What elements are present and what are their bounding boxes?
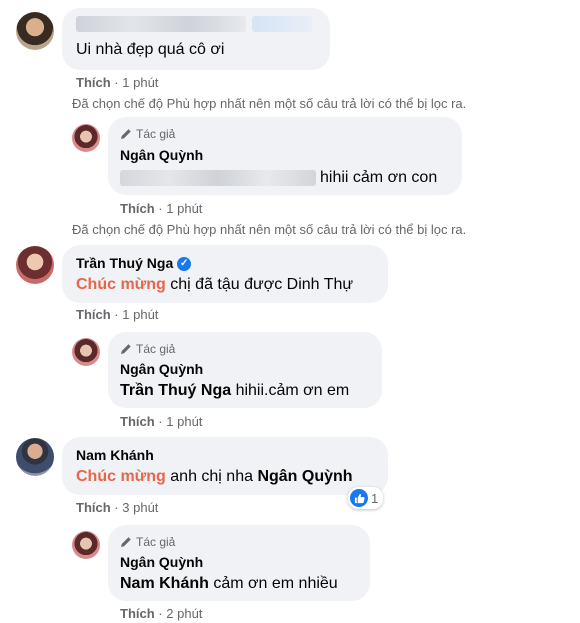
reply-bubble: Tác giả Ngân Quỳnh hihii cảm ơn con <box>108 117 462 195</box>
reply-meta: Thích · 2 phút <box>120 606 202 621</box>
author-avatar[interactable] <box>72 531 100 559</box>
like-link[interactable]: Thích <box>76 75 111 90</box>
separator: · <box>114 500 119 515</box>
mention-link[interactable]: Trần Thuý Nga <box>120 382 231 399</box>
timestamp[interactable]: 3 phút <box>122 500 158 515</box>
verified-badge-icon: ✓ <box>177 257 192 272</box>
author-tag: Tác giả <box>120 127 175 141</box>
reply-body: cảm ơn em nhiều <box>213 575 338 592</box>
blurred-name <box>76 16 246 32</box>
comment-bubble: Ui nhà đẹp quá cô ơi <box>62 8 330 70</box>
commenter-avatar[interactable] <box>16 246 54 284</box>
timestamp[interactable]: 2 phút <box>166 606 202 621</box>
timestamp[interactable]: 1 phút <box>166 201 202 216</box>
comment-body: chị đã tậu được Dinh Thự <box>170 276 354 293</box>
author-avatar[interactable] <box>72 124 100 152</box>
highlight-text: Chúc mừng <box>76 468 166 485</box>
separator: · <box>158 606 163 621</box>
blurred-mention <box>120 170 316 186</box>
reply-body: hihii.cảm ơn em <box>235 382 350 399</box>
timestamp[interactable]: 1 phút <box>122 307 158 322</box>
author-tag: Tác giả <box>120 342 175 356</box>
reply-bubble: Tác giả Ngân Quỳnh Trần Thuý Nga hihii.c… <box>108 332 382 408</box>
reply-meta: Thích · 1 phút <box>120 201 202 216</box>
reply-bubble: Tác giả Ngân Quỳnh Nam Khánh cảm ơn em n… <box>108 525 370 601</box>
reply-text: hihii cảm ơn con <box>320 169 438 186</box>
comment-text: Chúc mừng chị đã tậu được Dinh Thự <box>76 276 353 294</box>
reply-text: Trần Thuý Nga hihii.cảm ơn em <box>120 382 349 400</box>
like-icon <box>350 489 368 507</box>
reaction-summary[interactable]: 1 <box>348 487 384 509</box>
author-name[interactable]: Ngân Quỳnh <box>120 147 203 163</box>
comment-meta: Thích · 1 phút <box>76 307 158 322</box>
like-link[interactable]: Thích <box>76 500 111 515</box>
commenter-name[interactable]: Trần Thuý Nga ✓ <box>76 255 192 272</box>
author-avatar[interactable] <box>72 338 100 366</box>
separator: · <box>158 201 163 216</box>
like-link[interactable]: Thích <box>76 307 111 322</box>
like-link[interactable]: Thích <box>120 606 155 621</box>
comment-body: anh chị nha <box>170 468 253 485</box>
reply-text: Nam Khánh cảm ơn em nhiều <box>120 575 338 593</box>
highlight-text: Chúc mừng <box>76 276 166 293</box>
like-link[interactable]: Thích <box>120 201 155 216</box>
comment-text: Chúc mừng anh chị nha Ngân Quỳnh <box>76 468 353 486</box>
timestamp[interactable]: 1 phút <box>166 414 202 429</box>
filter-notice: Đã chọn chế độ Phù hợp nhất nên một số c… <box>72 222 467 237</box>
like-link[interactable]: Thích <box>120 414 155 429</box>
separator: · <box>114 75 119 90</box>
blurred-name-tail <box>252 16 312 32</box>
comment-text: Ui nhà đẹp quá cô ơi <box>76 41 225 58</box>
author-name[interactable]: Ngân Quỳnh <box>120 361 203 377</box>
timestamp[interactable]: 1 phút <box>122 75 158 90</box>
comment-bubble: Trần Thuý Nga ✓ Chúc mừng chị đã tậu được… <box>62 245 388 303</box>
comment-meta: Thích · 1 phút <box>76 75 158 90</box>
reply-meta: Thích · 1 phút <box>120 414 202 429</box>
commenter-avatar[interactable] <box>16 12 54 50</box>
commenter-avatar[interactable] <box>16 438 54 476</box>
pencil-icon <box>121 129 131 139</box>
comment-meta: Thích · 3 phút <box>76 500 158 515</box>
separator: · <box>158 414 163 429</box>
pencil-icon <box>121 537 131 547</box>
filter-notice: Đã chọn chế độ Phù hợp nhất nên một số c… <box>72 96 467 111</box>
mention-link[interactable]: Nam Khánh <box>120 575 209 592</box>
separator: · <box>114 307 119 322</box>
author-tag: Tác giả <box>120 535 175 549</box>
comment-bubble: Nam Khánh Chúc mừng anh chị nha Ngân Quỳ… <box>62 437 388 495</box>
pencil-icon <box>121 344 131 354</box>
author-name[interactable]: Ngân Quỳnh <box>120 554 203 570</box>
reaction-count: 1 <box>371 490 379 506</box>
commenter-name[interactable]: Nam Khánh <box>76 447 154 463</box>
mention-link[interactable]: Ngân Quỳnh <box>257 468 352 485</box>
